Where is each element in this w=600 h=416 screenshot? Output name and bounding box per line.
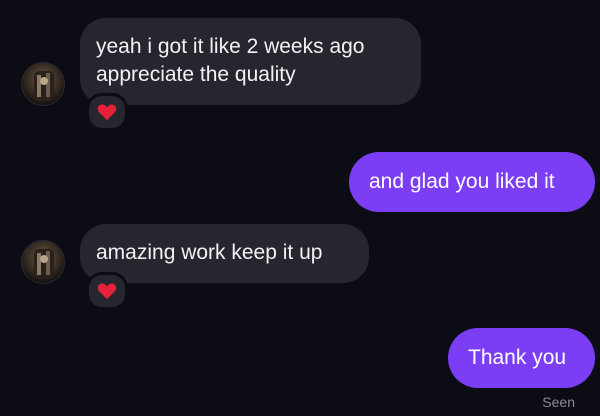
message-reaction[interactable] — [86, 93, 128, 131]
message-text: appreciate the quality — [96, 63, 296, 86]
outgoing-message-bubble[interactable]: and glad you liked it — [349, 152, 595, 212]
chat-thread: yeah i got it like 2 weeks ago appreciat… — [0, 0, 600, 416]
incoming-message-bubble[interactable]: amazing work keep it up — [80, 224, 369, 283]
incoming-message-bubble[interactable]: yeah i got it like 2 weeks ago appreciat… — [80, 18, 421, 105]
avatar-photo-icon — [34, 71, 54, 101]
avatar-photo-icon — [34, 249, 54, 279]
seen-status: Seen — [542, 394, 575, 410]
heart-icon — [97, 104, 117, 121]
message-text: and glad you liked it — [369, 170, 555, 193]
sender-avatar[interactable] — [21, 240, 65, 284]
outgoing-message-bubble[interactable]: Thank you — [448, 328, 595, 388]
message-text: yeah i got it like 2 weeks ago — [96, 35, 365, 58]
message-text: Thank you — [468, 346, 567, 369]
message-text: amazing work keep it up — [96, 241, 323, 264]
heart-icon — [97, 283, 117, 300]
message-reaction[interactable] — [86, 272, 128, 310]
sender-avatar[interactable] — [21, 62, 65, 106]
